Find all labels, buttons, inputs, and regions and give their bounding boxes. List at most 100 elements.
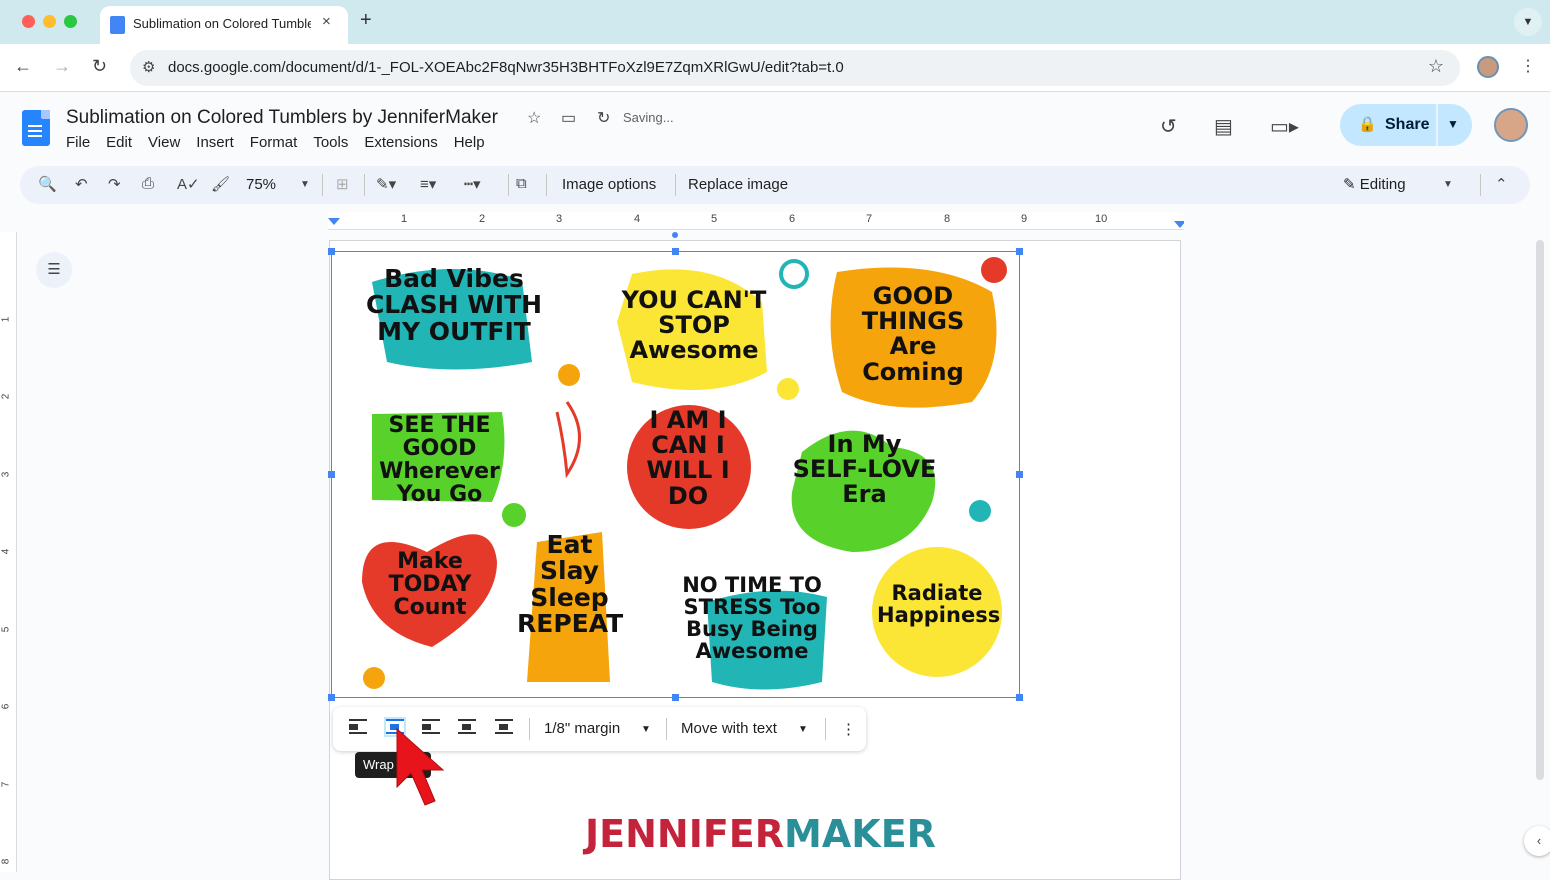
- sticker-radiate: Radiate Happiness: [877, 581, 1001, 628]
- close-window-button[interactable]: [22, 15, 35, 28]
- behind-text-icon[interactable]: [458, 719, 476, 735]
- border-color-icon[interactable]: ✎▾: [376, 175, 396, 193]
- new-tab-button[interactable]: +: [360, 9, 372, 32]
- left-indent-marker[interactable]: [328, 218, 340, 225]
- menu-insert[interactable]: Insert: [196, 134, 234, 151]
- browser-profile-avatar[interactable]: [1477, 56, 1499, 78]
- resize-handle[interactable]: [672, 694, 679, 701]
- ruler-number: 7: [0, 781, 12, 788]
- menu-tools[interactable]: Tools: [313, 134, 348, 151]
- document-outline-icon[interactable]: ☰: [36, 252, 72, 288]
- undo-icon[interactable]: ↶: [75, 175, 88, 193]
- move-folder-icon[interactable]: ▭: [561, 108, 576, 128]
- brand-part-2: MAKER: [784, 812, 936, 856]
- pointer-cursor-icon: [396, 727, 445, 806]
- sticker-eat-slay: Eat Slay Sleep REPEAT: [517, 530, 624, 638]
- pencil-icon: ✎: [1343, 176, 1360, 193]
- search-menus-icon[interactable]: 🔍: [38, 175, 57, 193]
- spellcheck-icon[interactable]: A✓: [177, 175, 200, 193]
- in-line-icon[interactable]: [349, 719, 367, 735]
- replace-image-button[interactable]: Replace image: [688, 176, 788, 193]
- redo-icon[interactable]: ↷: [108, 175, 121, 193]
- ruler-number: 3: [0, 471, 12, 478]
- print-icon[interactable]: ⎙: [142, 175, 154, 192]
- comments-icon[interactable]: ▤: [1214, 114, 1233, 139]
- share-button[interactable]: 🔒 Share ▼: [1340, 104, 1472, 146]
- account-avatar[interactable]: [1494, 108, 1528, 142]
- resize-handle[interactable]: [672, 248, 679, 255]
- ruler-number: 1: [0, 316, 12, 323]
- position-select[interactable]: Move with text: [681, 720, 777, 737]
- menu-format[interactable]: Format: [250, 134, 298, 151]
- ruler-number: 8: [0, 858, 12, 865]
- lock-icon: 🔒: [1358, 116, 1377, 133]
- menu-bar: File Edit View Insert Format Tools Exten…: [66, 134, 501, 151]
- site-info-icon[interactable]: ⚙: [142, 58, 155, 76]
- minimize-window-button[interactable]: [43, 15, 56, 28]
- address-bar[interactable]: ⚙ docs.google.com/document/d/1-_FOL-XOEA…: [130, 50, 1460, 86]
- sticker-self-love: In My SELF-LOVE Era: [792, 430, 937, 509]
- zoom-dropdown-icon[interactable]: ▼: [300, 179, 310, 190]
- share-dropdown-icon[interactable]: ▼: [1447, 117, 1459, 131]
- position-dropdown-icon[interactable]: ▼: [798, 724, 808, 735]
- menu-file[interactable]: File: [66, 134, 90, 151]
- image-options-button[interactable]: Image options: [562, 176, 656, 193]
- menu-view[interactable]: View: [148, 134, 180, 151]
- ruler-number: 4: [0, 548, 12, 555]
- resize-handle[interactable]: [1016, 248, 1023, 255]
- vertical-scrollbar[interactable]: [1536, 240, 1544, 780]
- zoom-window-button[interactable]: [64, 15, 77, 28]
- document-title[interactable]: Sublimation on Colored Tumblers by Jenni…: [66, 107, 498, 129]
- sticker-good-things: GOOD THINGS Are Coming: [861, 282, 965, 386]
- more-options-icon[interactable]: ⋮: [841, 720, 856, 738]
- add-comment-icon[interactable]: ⊞: [336, 175, 349, 193]
- star-icon[interactable]: ☆: [527, 108, 541, 128]
- forward-arrow-icon[interactable]: →: [53, 56, 71, 77]
- resize-handle[interactable]: [1016, 694, 1023, 701]
- resize-handle[interactable]: [328, 471, 335, 478]
- tab-search-icon[interactable]: ▼: [1514, 8, 1542, 36]
- margin-dropdown-icon[interactable]: ▼: [641, 724, 651, 735]
- menu-extensions[interactable]: Extensions: [364, 134, 437, 151]
- menu-help[interactable]: Help: [454, 134, 485, 151]
- margin-select[interactable]: 1/8" margin: [544, 720, 620, 737]
- editing-mode-select[interactable]: ✎ Editing: [1343, 175, 1406, 193]
- border-dash-icon[interactable]: ┅▾: [464, 175, 481, 193]
- in-front-of-text-icon[interactable]: [495, 719, 513, 735]
- sticker-you-cant-stop: YOU CAN'T STOP Awesome: [621, 286, 767, 365]
- ruler-number: 2: [0, 393, 12, 400]
- mode-dropdown-icon[interactable]: ▼: [1443, 179, 1453, 190]
- hide-menus-icon[interactable]: ⌃: [1495, 175, 1508, 193]
- right-indent-marker[interactable]: [1174, 221, 1184, 228]
- rotate-handle[interactable]: [672, 232, 678, 238]
- tab-close-icon[interactable]: ×: [322, 13, 331, 30]
- brand-part-1: JENNIFER: [585, 812, 785, 856]
- editing-mode-label: Editing: [1359, 176, 1406, 193]
- meet-video-icon[interactable]: ▭▸: [1270, 114, 1299, 139]
- side-panel-toggle-icon[interactable]: ‹: [1524, 826, 1550, 856]
- reload-icon[interactable]: ↻: [92, 56, 107, 77]
- version-history-icon[interactable]: ↺: [1160, 114, 1177, 139]
- crop-icon[interactable]: ⧉: [516, 175, 527, 192]
- menu-edit[interactable]: Edit: [106, 134, 132, 151]
- bookmark-star-icon[interactable]: ☆: [1428, 56, 1444, 77]
- zoom-select[interactable]: 75%: [246, 176, 276, 193]
- resize-handle[interactable]: [328, 248, 335, 255]
- browser-tab[interactable]: Sublimation on Colored Tumblers by Jenni…: [100, 6, 348, 44]
- browser-menu-icon[interactable]: ⋮: [1520, 56, 1536, 76]
- resize-handle[interactable]: [328, 694, 335, 701]
- browser-nav-bar: ← → ↻ ⚙ docs.google.com/document/d/1-_FO…: [0, 44, 1550, 92]
- back-arrow-icon[interactable]: ←: [14, 56, 32, 77]
- horizontal-ruler[interactable]: 1 2 3 4 5 6 7 8 9 10: [328, 212, 1184, 230]
- border-weight-icon[interactable]: ≡▾: [420, 175, 436, 193]
- address-url[interactable]: docs.google.com/document/d/1-_FOL-XOEAbc…: [168, 59, 844, 76]
- selected-image[interactable]: Bad Vibes CLASH WITH MY OUTFIT YOU CAN'T…: [331, 251, 1020, 698]
- sticker-i-am: I AM I CAN I WILL I DO: [646, 406, 730, 510]
- ruler-number: 6: [0, 703, 12, 710]
- paint-format-icon[interactable]: 🖌: [211, 175, 230, 193]
- sticker-see-the-good: SEE THE GOOD Wherever You Go: [379, 413, 500, 508]
- jennifermaker-logo: JENNIFERMAKER: [585, 812, 936, 856]
- vertical-ruler[interactable]: 1 2 3 4 5 6 7 8: [0, 232, 17, 872]
- resize-handle[interactable]: [1016, 471, 1023, 478]
- docs-logo-icon[interactable]: [22, 110, 50, 146]
